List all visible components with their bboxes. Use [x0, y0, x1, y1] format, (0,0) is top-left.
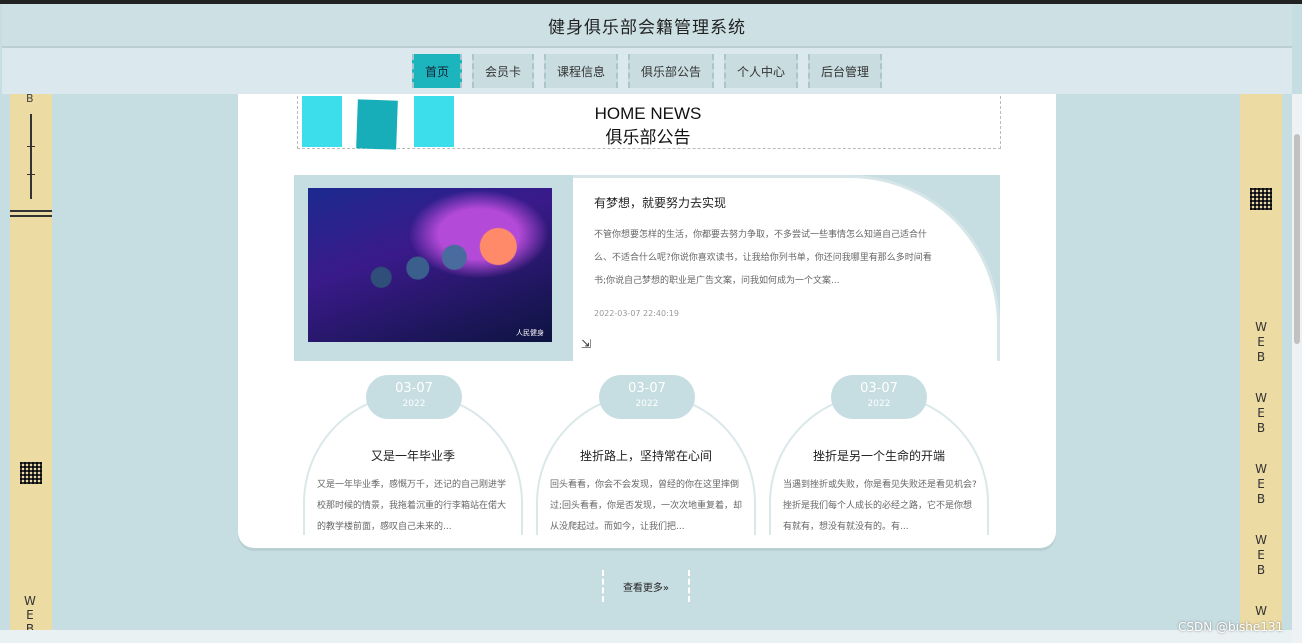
left-decoration-tick	[27, 174, 35, 175]
featured-news-image[interactable]: 人民健身	[308, 188, 552, 342]
decor-square	[414, 96, 454, 147]
news-card-summary: 回头看看，你会不会发现，曾经的你在这里摔倒过;回头看看，你是否发现，一次次地重复…	[550, 480, 743, 532]
nav-club-announcement[interactable]: 俱乐部公告	[628, 54, 715, 88]
mouse-cursor-icon: ⇲	[581, 337, 592, 351]
news-card-title[interactable]: 挫折是另一个生命的开端	[771, 447, 987, 464]
left-decoration: B W E B	[10, 92, 52, 643]
decor-square	[356, 99, 398, 150]
news-date-badge: 03-07 2022	[599, 375, 695, 419]
news-card-summary: 当遇到挫折或失败，你是看见失败还是看见机会?挫折是我们每个人成长的必经之路，它不…	[783, 480, 977, 532]
featured-news[interactable]: 人民健身 有梦想，就要努力去实现 不管你想要怎样的生活，你都要去努力争取，不多尝…	[294, 175, 1000, 361]
site-title: 健身俱乐部会籍管理系统	[2, 4, 1292, 48]
left-decoration-letter: B	[26, 92, 34, 105]
dot-grid-icon	[20, 462, 42, 484]
decor-square	[302, 96, 342, 147]
featured-news-text[interactable]: 有梦想，就要努力去实现 不管你想要怎样的生活，你都要去努力争取，不多尝试一些事情…	[573, 175, 1000, 361]
section-title: HOME NEWS 俱乐部公告	[548, 102, 748, 150]
view-more-button[interactable]: 查看更多»	[602, 570, 690, 602]
left-decoration-rule	[10, 215, 52, 217]
nav-membership-card[interactable]: 会员卡	[471, 54, 534, 88]
page-footer-strip	[0, 630, 1292, 643]
news-card-title[interactable]: 又是一年毕业季	[305, 447, 521, 464]
nav-home[interactable]: 首页	[411, 54, 462, 88]
scrollbar-thumb[interactable]	[1294, 134, 1300, 344]
news-card-title[interactable]: 挫折路上，坚持常在心间	[538, 447, 754, 464]
nav-personal-center[interactable]: 个人中心	[724, 54, 799, 88]
news-date-badge: 03-07 2022	[831, 375, 927, 419]
right-decoration: W E B W E B W E B W E B W	[1240, 94, 1282, 643]
featured-news-date: 2022-03-07 22:40:19	[594, 309, 679, 318]
dot-grid-icon	[1250, 188, 1272, 210]
left-decoration-line	[30, 114, 32, 199]
left-decoration-tick	[27, 146, 35, 147]
left-decoration-rule	[10, 210, 52, 212]
nav-admin[interactable]: 后台管理	[808, 54, 883, 88]
main-nav: 首页 会员卡 课程信息 俱乐部公告 个人中心 后台管理	[2, 48, 1292, 94]
section-title-en: HOME NEWS	[594, 104, 702, 123]
section-title-cn: 俱乐部公告	[605, 128, 691, 147]
watermark: CSDN @bishe131	[1178, 620, 1284, 634]
news-section: HOME NEWS 俱乐部公告 人民健身 有梦想，就要努力去实现 不管你想要怎样…	[238, 94, 1056, 548]
page-scrollbar[interactable]	[1292, 94, 1302, 643]
featured-news-title[interactable]: 有梦想，就要努力去实现	[594, 194, 726, 211]
image-badge: 人民健身	[516, 329, 544, 337]
featured-news-summary: 不管你想要怎样的生活，你都要去努力争取，不多尝试一些事情怎么知道自己适合什么、不…	[594, 230, 932, 286]
nav-course-info[interactable]: 课程信息	[543, 54, 618, 88]
right-decoration-web-text: W E B W E B W E B W E B W	[1255, 320, 1267, 618]
news-card-summary: 又是一年毕业季，感慨万千，还记的自己刚进学校那时候的情景，我拖着沉重的行李箱站在…	[317, 480, 507, 532]
section-header: HOME NEWS 俱乐部公告	[297, 96, 1001, 150]
news-date-badge: 03-07 2022	[366, 375, 462, 419]
